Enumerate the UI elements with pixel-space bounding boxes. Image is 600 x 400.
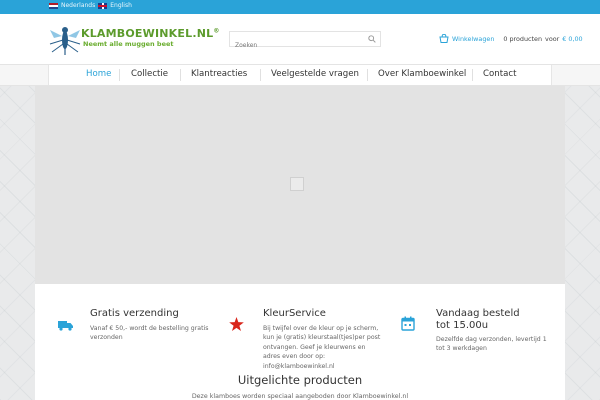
search-box: [229, 31, 381, 53]
nav-divider: [119, 69, 120, 81]
search-icon[interactable]: [368, 35, 376, 43]
nav-divider: [367, 69, 368, 81]
language-dutch-link[interactable]: Nederlands: [61, 2, 95, 9]
feature-title: Gratis verzending: [90, 308, 179, 319]
site-logo[interactable]: KLAMBOEWINKEL.NL® Neemt alle muggen beet: [48, 26, 219, 60]
cart-total: € 0,00: [562, 34, 583, 43]
features-section: Gratis verzending Vanaf € 50,- wordt de …: [35, 284, 565, 400]
site-header: KLAMBOEWINKEL.NL® Neemt alle muggen beet…: [0, 14, 600, 64]
mosquito-logo-icon: [49, 27, 81, 55]
feature-title: Vandaag besteld tot 15.00u: [436, 308, 520, 331]
language-english-link[interactable]: English: [110, 2, 132, 9]
search-input[interactable]: [230, 38, 365, 53]
slider-loading-icon: [290, 177, 304, 191]
main-navigation: Home Collectie Klantreacties Veelgesteld…: [0, 64, 600, 86]
dutch-flag-icon[interactable]: [49, 2, 58, 9]
top-bar: Nederlands English: [0, 0, 600, 14]
language-switcher: Nederlands English: [49, 2, 132, 9]
hero-slider[interactable]: [35, 86, 565, 284]
feature-text: Dezelfde dag verzonden, levertijd 1 tot …: [436, 336, 547, 353]
featured-products-title: Uitgelichte producten: [237, 373, 363, 387]
logo-tagline: Neemt alle muggen beet: [83, 40, 174, 48]
calendar-icon: [401, 316, 415, 331]
cart-voor-label: voor: [545, 34, 560, 43]
logo-title: KLAMBOEWINKEL.NL®: [81, 27, 220, 40]
nav-inner: Home Collectie Klantreacties Veelgesteld…: [48, 65, 552, 85]
feature-text: Bij twijfel over de kleur op je scherm, …: [263, 325, 381, 370]
cart-link[interactable]: Winkelwagen: [452, 35, 494, 43]
cart-count: 0 producten: [503, 34, 543, 43]
shopping-bag-icon[interactable]: [439, 34, 449, 43]
featured-products-subtitle: Deze klamboes worden speciaal aangeboden…: [191, 393, 409, 400]
cart-summary: Winkelwagen 0 producten voor € 0,00: [439, 34, 583, 43]
nav-item-veelgestelde-vragen[interactable]: Veelgestelde vragen: [271, 69, 359, 79]
star-icon: [229, 317, 244, 331]
english-flag-icon[interactable]: [98, 2, 108, 9]
feature-title: KleurService: [263, 308, 326, 319]
truck-icon: [58, 321, 73, 331]
nav-item-collectie[interactable]: Collectie: [131, 69, 168, 79]
feature-text: Vanaf € 50,- wordt de bestelling gratis …: [90, 325, 209, 342]
nav-divider: [260, 69, 261, 81]
nav-item-home[interactable]: Home: [86, 69, 111, 79]
nav-divider: [180, 69, 181, 81]
nav-item-klantreacties[interactable]: Klantreacties: [191, 69, 247, 79]
nav-item-contact[interactable]: Contact: [483, 69, 516, 79]
nav-divider: [472, 69, 473, 81]
nav-item-over-klamboewinkel[interactable]: Over Klamboewinkel: [378, 69, 466, 79]
